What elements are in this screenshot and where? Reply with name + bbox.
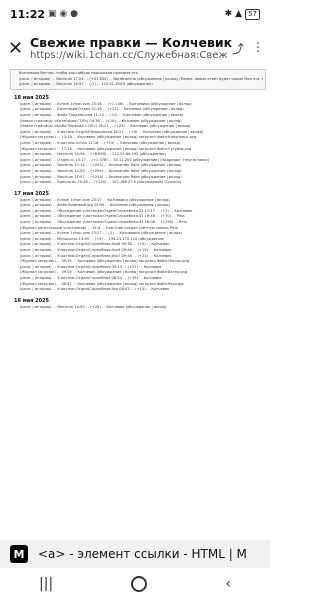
close-icon[interactable]: ✕ (8, 38, 30, 59)
change-entry[interactable]: (разн. | история) . . Neutrum 14:50 . . … (0, 305, 270, 311)
status-right: ✱ ▲ 57 (224, 8, 260, 20)
back-icon[interactable]: ‹ (225, 576, 231, 592)
day-header: 17 мая 2025 (14, 190, 50, 197)
page-url[interactable]: https://wiki.1chan.cc/Служебная:Свеж (30, 50, 232, 61)
status-time: 11:22 (10, 7, 46, 21)
change-entry[interactable]: (разн. | история) . . Участник:Отдел/Слу… (0, 287, 270, 293)
home-icon[interactable] (131, 576, 148, 592)
browser-header: ✕ Свежие правки — Колчевики https://wiki… (0, 28, 270, 68)
signal-icon: ▲ (235, 9, 243, 19)
day-header: 16 мая 2025 (14, 297, 50, 304)
link-suggestion[interactable]: M <a> - элемент ссылки - HTML | M (0, 540, 270, 568)
share-icon[interactable]: ⤴ (232, 40, 244, 57)
header-actions: ⤴ ⋮ (232, 40, 264, 57)
bluetooth-icon: ✱ (224, 9, 233, 19)
more-icon[interactable]: ⋮ (252, 40, 264, 57)
notification-icons: ▣ ◉ ● (48, 9, 78, 19)
day-header: 18 мая 2025 (14, 94, 50, 101)
page-title: Свежие правки — Колчевики (30, 35, 232, 50)
title-block: Свежие правки — Колчевики https://wiki.1… (30, 35, 232, 61)
recent-changes-list: Колчевики беттер, чтобы кое-нибудь подсы… (0, 68, 270, 540)
mdn-logo-icon: M (10, 545, 28, 563)
suggestion-text[interactable]: <a> - элемент ссылки - HTML | M (38, 547, 247, 561)
change-entry[interactable]: (разн. | история) . . Neutrum 14:57 . . … (13, 82, 263, 88)
battery-icon: 57 (245, 8, 260, 20)
change-entry[interactable]: (разн. | история) . . Кресло-ес 10:58 . … (0, 180, 270, 186)
intro-box: Колчевики беттер, чтобы кое-нибудь подсы… (10, 69, 266, 90)
status-bar: 11:22 ▣ ◉ ● ✱ ▲ 57 (0, 0, 270, 28)
recents-icon[interactable]: ||| (39, 576, 53, 592)
system-nav-bar: ||| ‹ (0, 568, 270, 600)
